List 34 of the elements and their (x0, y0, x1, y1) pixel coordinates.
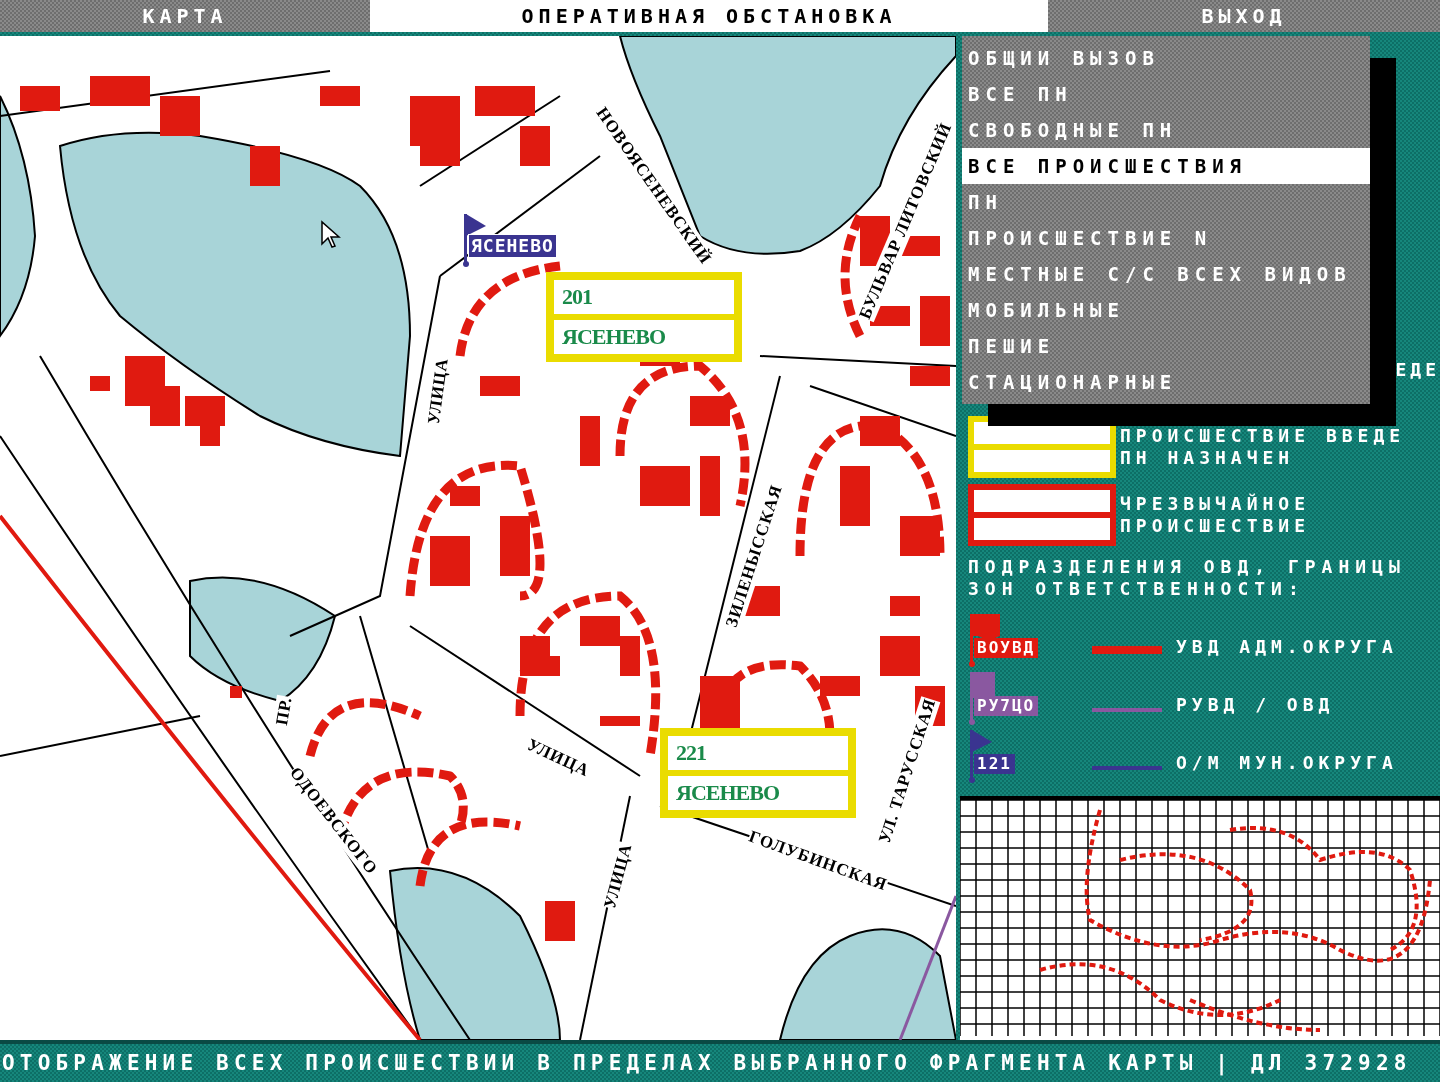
top-menu-tab[interactable]: ВЫХОД (1048, 0, 1440, 32)
incident-district: ЯСЕНЕВО (554, 320, 734, 354)
legend-heading: ПОДРАЗДЕЛЕНИЯ ОВД, ГРАНИЦЫ (968, 556, 1407, 578)
status-bar: ОТОБРАЖЕНИЕ ВСЕХ ПРОИСШЕСТВИИ В ПРЕДЕЛАХ ВЫБРАННОГО ФРАГМЕНТА КАРТЫ | ДЛ 372928 (0, 1040, 1440, 1082)
unit-badge: 121 (974, 754, 1015, 774)
legend-text: ЕДЕ (1395, 360, 1440, 380)
legend-text: ПРОИСШЕСТВИЕ ВВЕДЕ (1120, 425, 1406, 447)
incident-number: 221 (668, 736, 848, 770)
menu-item[interactable]: ПЕШИЕ (962, 328, 1370, 364)
menu-item[interactable]: СВОБОДНЫЕ ПН (962, 112, 1370, 148)
menu-item[interactable]: МОБИЛЬНЫЕ (962, 292, 1370, 328)
menu-item[interactable]: ВСЕ ПН (962, 76, 1370, 112)
menu-item[interactable]: МЕСТНЫЕ С/С ВСЕХ ВИДОВ (962, 256, 1370, 292)
legend-heading: ЗОН ОТВЕТСТВЕННОСТИ: (968, 578, 1306, 600)
menu-item[interactable]: ПРОИСШЕСТВИЕ N (962, 220, 1370, 256)
top-menu-tab[interactable]: КАРТА (0, 0, 370, 32)
legend-text: ЧРЕЗВЫЧАЙНОЕ (1120, 493, 1311, 515)
incident-number: 201 (554, 280, 734, 314)
mouse-cursor-icon (320, 220, 344, 250)
incident-district: ЯСЕНЕВО (668, 776, 848, 810)
menu-item[interactable]: ОБЩИИ ВЫЗОВ (962, 40, 1370, 76)
menu-item[interactable]: СТАЦИОНАРНЫЕ (962, 364, 1370, 400)
menu-item[interactable]: ВСЕ ПРОИСШЕСТВИЯ (962, 148, 1370, 184)
incident-marker[interactable]: 221 ЯСЕНЕВО (660, 728, 856, 818)
legend-text: ПРОИСШЕСТВИЕ (1120, 515, 1311, 537)
menu-item[interactable]: ПН (962, 184, 1370, 220)
legend-text: РУВД / ОВД (1176, 694, 1336, 716)
top-menu-tab[interactable]: ОПЕРАТИВНАЯ ОБСТАНОВКА (370, 0, 1048, 32)
unit-badge: ВОУВД (974, 638, 1039, 658)
legend-text: ПН НАЗНАЧЕН (1120, 447, 1296, 469)
incident-marker[interactable]: 201 ЯСЕНЕВО (546, 272, 742, 362)
legend-text: УВД АДМ.ОКРУГА (1176, 636, 1399, 658)
unit-badge: РУ7ЦО (974, 696, 1039, 716)
legend-text: О/М МУН.ОКРУГА (1176, 752, 1399, 774)
